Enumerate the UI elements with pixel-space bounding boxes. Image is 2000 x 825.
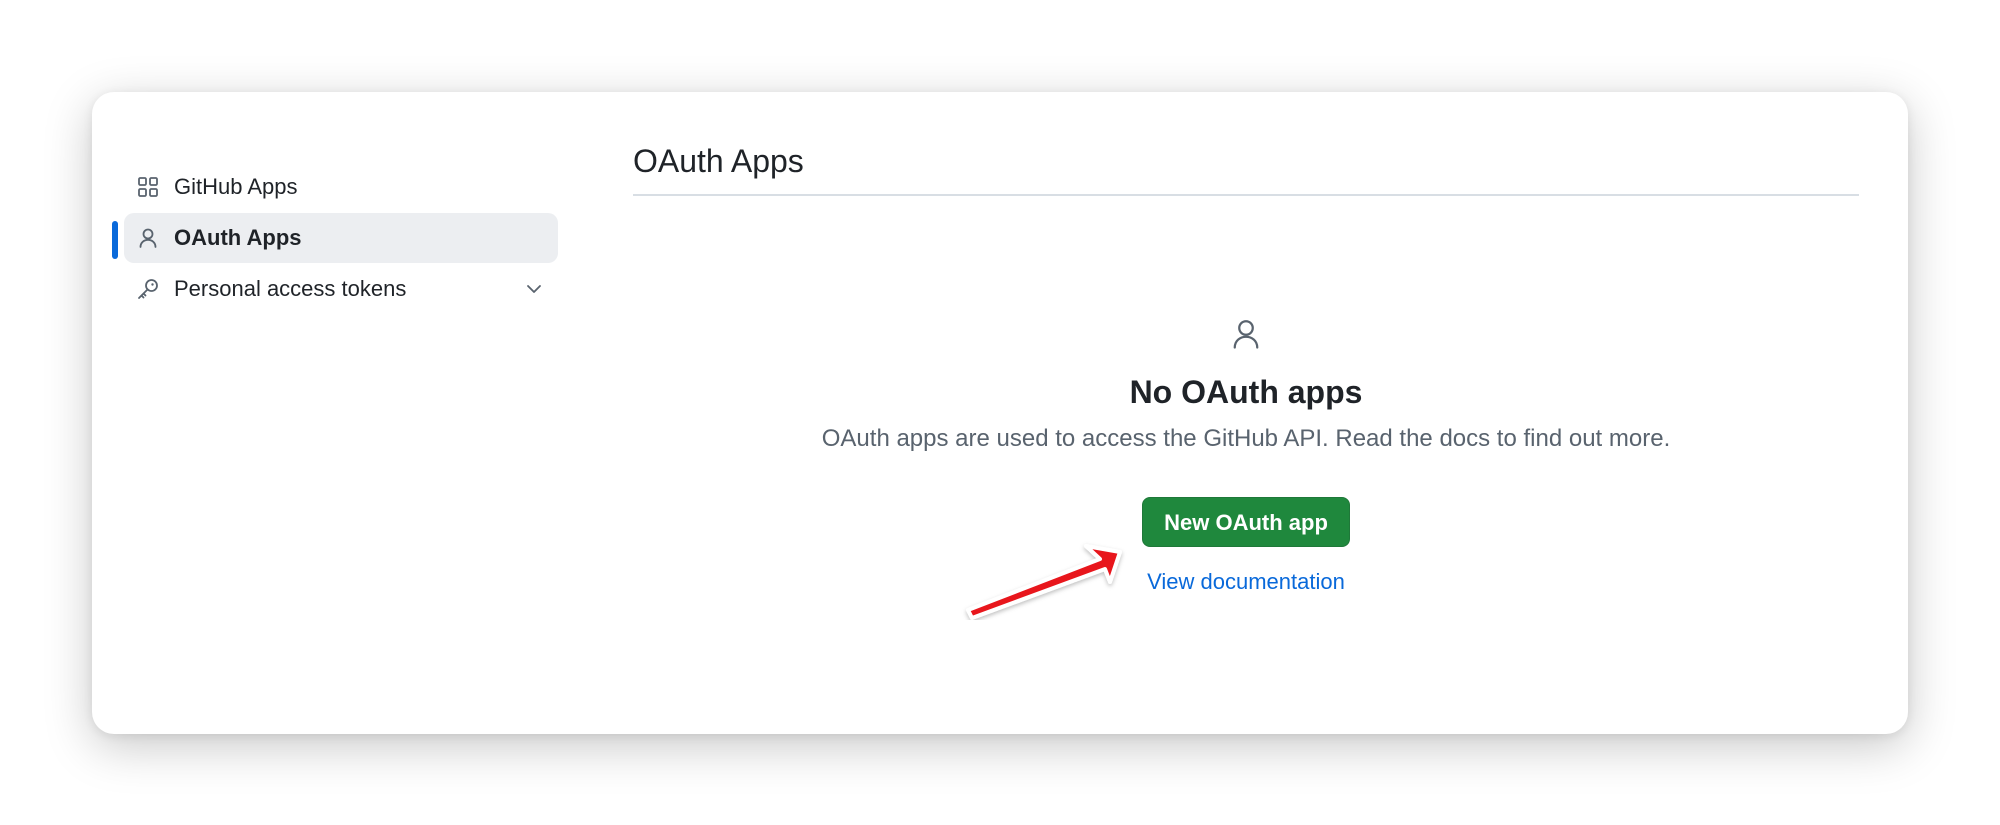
main-content: OAuth Apps No OAuth apps OAuth apps are … [633,116,1859,716]
new-oauth-app-button[interactable]: New OAuth app [1142,497,1350,547]
sidebar-item-label: GitHub Apps [174,174,298,199]
sidebar-item-label: OAuth Apps [174,225,302,250]
annotation-arrow-icon [966,544,1122,620]
apps-grid-icon [138,177,158,197]
view-documentation-link[interactable]: View documentation [633,569,1859,595]
title-divider [633,194,1859,196]
blankslate-description: OAuth apps are used to access the GitHub… [821,425,1671,452]
blankslate: No OAuth apps OAuth apps are used to acc… [633,316,1859,595]
page-title: OAuth Apps [633,143,804,179]
person-icon [139,228,157,248]
sidebar-item-personal-access-tokens[interactable]: Personal access tokens [124,264,558,314]
blankslate-heading: No OAuth apps [1129,374,1363,410]
key-icon [138,279,158,299]
settings-card: GitHub Apps OAuth Apps Personal access t… [92,92,1908,734]
sidebar-item-label: Personal access tokens [174,276,407,301]
active-indicator [112,221,118,259]
sidebar-item-github-apps[interactable]: GitHub Apps [124,162,558,212]
sidebar-item-oauth-apps[interactable]: OAuth Apps [112,213,558,263]
chevron-down-icon[interactable] [524,279,544,299]
person-icon [1233,320,1259,349]
